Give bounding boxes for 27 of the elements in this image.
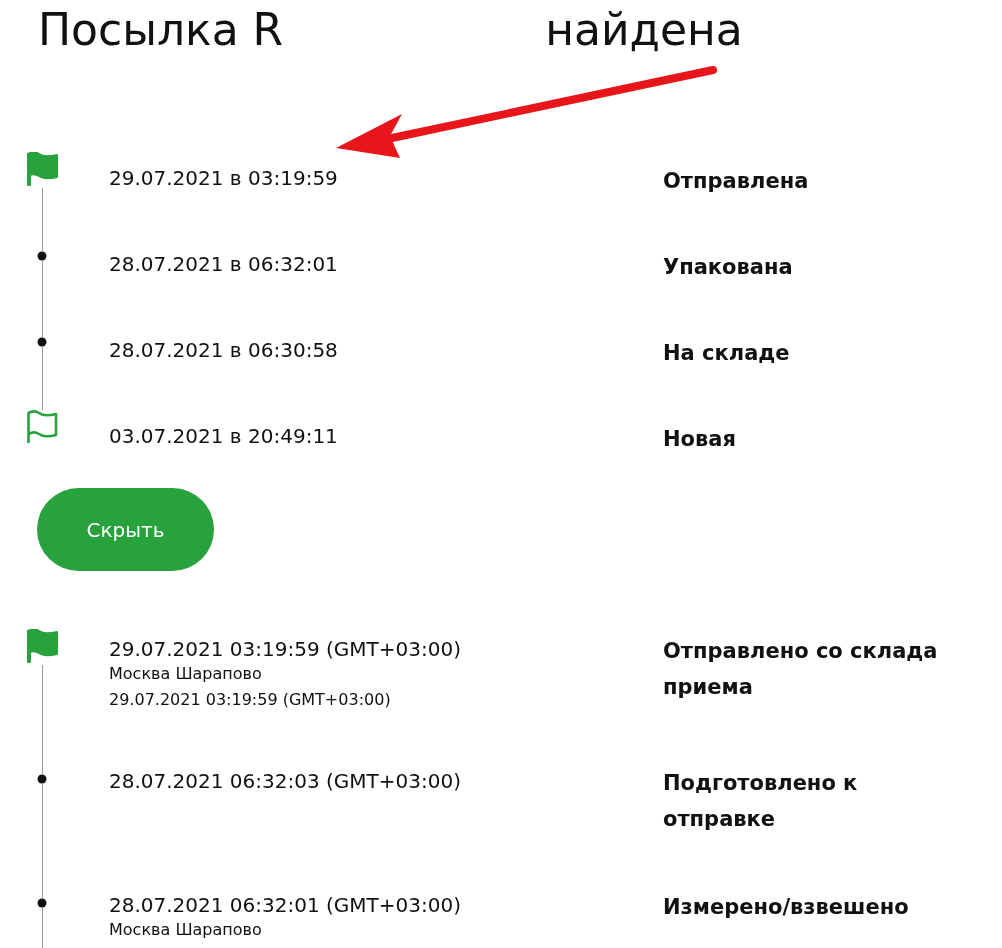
event-status: Отправлена xyxy=(663,168,809,195)
page-title: Посылка R xyxy=(38,3,284,57)
event-place: Москва Шарапово xyxy=(109,919,262,941)
flag-icon xyxy=(26,629,59,663)
event-status: Отправлено со склада приема xyxy=(663,638,939,701)
event-place-date: 29.07.2021 03:19:59 (GMT+03:00) xyxy=(109,689,391,711)
dot-icon xyxy=(37,251,47,261)
event-date: 03.07.2021 в 20:49:11 xyxy=(109,423,338,448)
event-status: Новая xyxy=(663,426,736,453)
event-status: Упакована xyxy=(663,254,793,281)
event-date: 28.07.2021 в 06:30:58 xyxy=(109,337,338,362)
hide-button[interactable]: Скрыть xyxy=(37,488,214,571)
event-place: Москва Шарапово xyxy=(109,663,262,685)
event-status: Подготовлено к отправке xyxy=(663,770,859,833)
event-date: 28.07.2021 06:32:03 (GMT+03:00) xyxy=(109,768,462,793)
dot-icon xyxy=(37,898,47,908)
event-date: 28.07.2021 06:32:01 (GMT+03:00) xyxy=(109,892,462,917)
event-date: 29.07.2021 03:19:59 (GMT+03:00) xyxy=(109,636,462,661)
event-status: На складе xyxy=(663,340,790,367)
flag-icon xyxy=(26,152,59,186)
flag-icon xyxy=(26,410,59,444)
event-status: Измерено/взвешено xyxy=(663,894,910,921)
event-date: 28.07.2021 в 06:32:01 xyxy=(109,251,338,276)
event-date: 29.07.2021 в 03:19:59 xyxy=(109,165,338,190)
page-title: найдена xyxy=(545,3,743,57)
dot-icon xyxy=(37,774,47,784)
dot-icon xyxy=(37,337,47,347)
